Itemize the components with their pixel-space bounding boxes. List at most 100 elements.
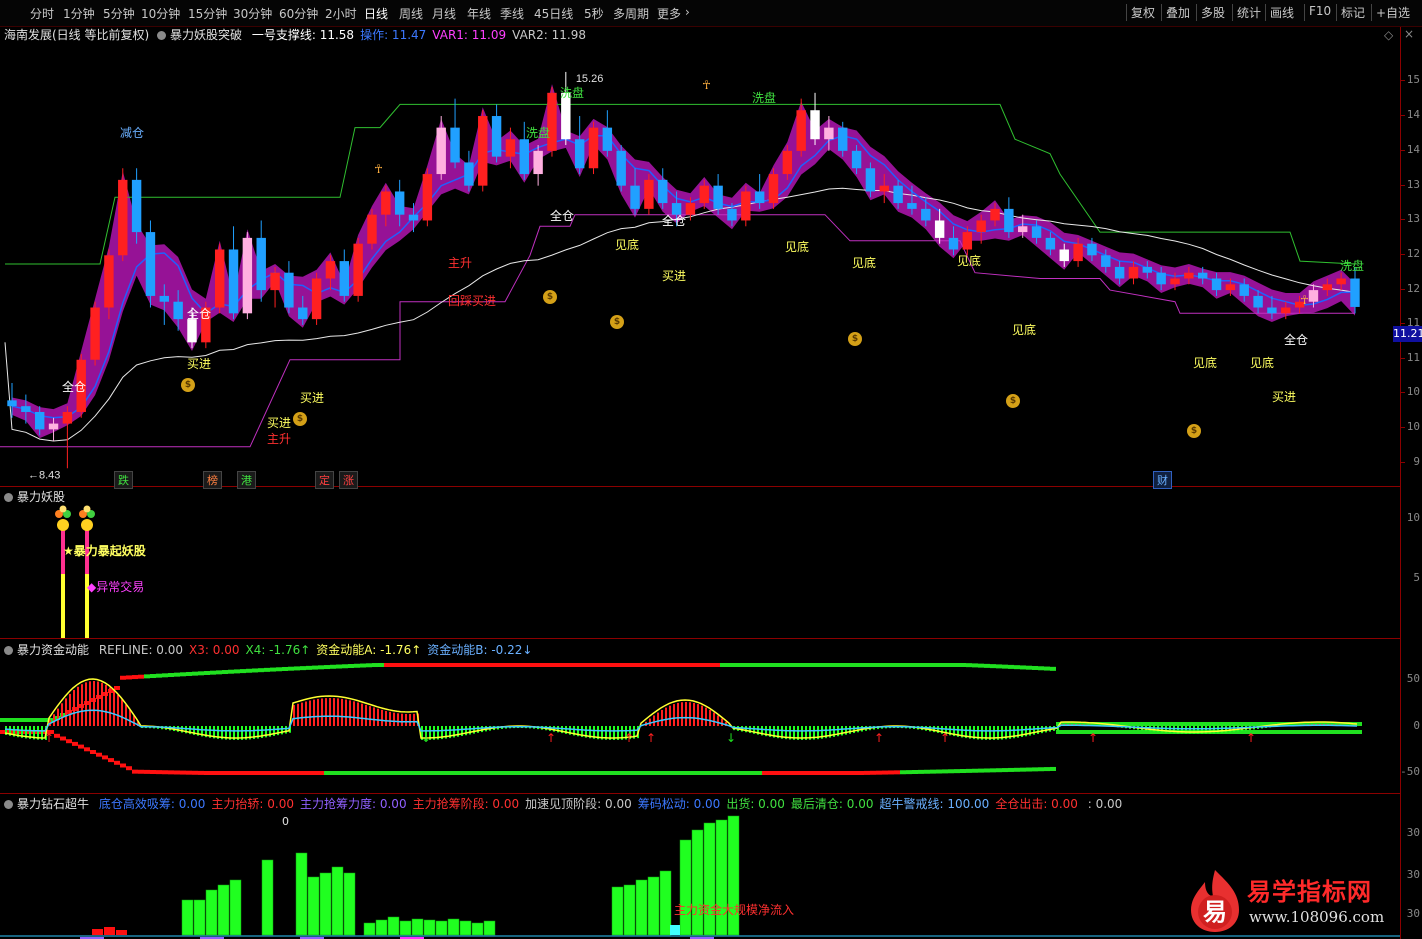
upper-envelope-bar <box>336 664 342 669</box>
momentum-histogram-bar <box>1037 726 1039 734</box>
arrow-marker-icon: ↑ <box>546 731 556 745</box>
lower-envelope-bar <box>72 741 78 746</box>
watermark-title: 易学指标网 <box>1247 878 1372 906</box>
inflow-bar <box>295 852 308 936</box>
panel3-chart[interactable]: ↑ ↓ ↑ ↑ ↑ ↓ ↑ ↑ ↑ ↑ <box>0 655 1400 793</box>
upper-envelope-bar <box>750 663 756 667</box>
candle-body <box>1253 295 1263 308</box>
signal-label: 见底 <box>852 256 877 270</box>
lower-envelope-bar <box>306 771 312 775</box>
inflow-bar <box>623 884 636 936</box>
toolbar-button[interactable]: 画线 <box>1270 4 1294 21</box>
period-tab[interactable]: 5秒 <box>584 5 604 22</box>
upper-envelope-bar <box>24 718 30 722</box>
period-tab[interactable]: 2小时 <box>325 5 357 22</box>
price-axis-label: 13 <box>1406 212 1420 225</box>
panel2-chart[interactable] <box>0 500 1400 638</box>
upper-envelope-bar <box>432 663 438 667</box>
lower-envelope-bar <box>1104 730 1110 734</box>
event-marker[interactable]: 跌 <box>114 471 133 489</box>
lower-envelope-bar <box>1320 730 1326 734</box>
momentum-histogram-bar <box>853 726 855 734</box>
period-toolbar: 分时 1分钟 5分钟 10分钟 15分钟 30分钟 60分钟 2小时 日线 周线 月线 年线 季线 45日… <box>0 0 1422 27</box>
event-marker[interactable]: 港 <box>237 471 256 489</box>
upper-envelope-bar <box>666 663 672 667</box>
upper-envelope-bar <box>624 663 630 667</box>
main-price-chart[interactable]: 15.26←8.43 <box>0 40 1400 486</box>
momentum-histogram-bar <box>117 694 119 726</box>
toolbar-button[interactable]: +自选 <box>1376 4 1410 21</box>
lower-envelope-bar <box>894 770 900 775</box>
period-tab[interactable]: 10分钟 <box>141 5 180 22</box>
toolbar-button[interactable]: 叠加 <box>1166 4 1190 21</box>
momentum-histogram-bar <box>1153 726 1155 732</box>
lower-envelope-bar <box>720 771 726 775</box>
momentum-histogram-bar <box>309 700 311 726</box>
lower-envelope-bar <box>864 770 870 775</box>
lower-envelope-bar <box>126 766 132 771</box>
momentum-histogram-bar <box>669 705 671 726</box>
period-tab[interactable]: 年线 <box>467 5 491 22</box>
lower-envelope-bar <box>1080 730 1086 734</box>
panel3-toggle-icon[interactable] <box>4 646 13 655</box>
period-tab[interactable]: 分时 <box>30 5 54 22</box>
upper-envelope-bar <box>252 668 258 673</box>
candle-body <box>644 179 654 209</box>
period-tab[interactable]: 15分钟 <box>188 5 227 22</box>
candle-body <box>48 423 59 430</box>
period-tab[interactable]: 更多 <box>657 5 681 22</box>
period-tab[interactable]: 月线 <box>432 5 456 22</box>
candle-body <box>893 185 903 204</box>
lower-envelope-bar <box>330 771 336 775</box>
period-tab[interactable]: 季线 <box>500 5 524 22</box>
close-icon[interactable]: × <box>1404 27 1414 41</box>
upper-envelope-bar <box>318 665 324 670</box>
candle-body <box>256 237 266 291</box>
toolbar-button[interactable]: 标记 <box>1341 4 1365 21</box>
lower-envelope-bar <box>372 771 378 775</box>
inflow-bar <box>319 872 332 936</box>
upper-envelope-bar <box>870 663 876 667</box>
candle-body <box>934 220 945 238</box>
lower-envelope-bar <box>702 771 708 775</box>
momentum-histogram-bar <box>369 706 371 726</box>
event-marker[interactable]: 榜 <box>203 471 222 489</box>
lower-envelope-bar <box>1344 730 1350 734</box>
money-bag-icon: $ <box>181 378 195 392</box>
event-marker[interactable]: 财 <box>1153 471 1172 489</box>
toolbar-button[interactable]: 复权 <box>1131 4 1155 21</box>
panel4-toggle-icon[interactable] <box>4 800 13 809</box>
upper-envelope-bar <box>390 663 396 667</box>
toolbar-button[interactable]: 多股 <box>1201 4 1225 21</box>
upper-envelope-bar <box>480 663 486 667</box>
more-chevron-icon[interactable]: › <box>685 5 690 19</box>
indicator-toggle-icon[interactable] <box>157 31 167 40</box>
toolbar-button[interactable]: 统计 <box>1237 4 1261 21</box>
period-tab[interactable]: 1分钟 <box>63 5 95 22</box>
period-tab[interactable]: 5分钟 <box>103 5 135 22</box>
lower-envelope-bar <box>744 771 750 775</box>
candle-body <box>505 139 516 157</box>
lower-envelope-bar <box>78 744 84 749</box>
panel4-title[interactable]: 暴力钻石超牛 <box>17 797 89 811</box>
upper-envelope-bar <box>1236 722 1242 726</box>
upper-envelope-bar <box>564 663 570 667</box>
period-tab[interactable]: 周线 <box>399 5 423 22</box>
momentum-histogram-bar <box>1217 726 1219 734</box>
outflow-bar <box>104 927 115 935</box>
toolbar-button[interactable]: F10 <box>1309 4 1331 18</box>
toolbar-separator <box>1196 4 1197 21</box>
period-tab[interactable]: 45日线 <box>534 5 573 22</box>
candle-body <box>187 319 197 343</box>
period-tab[interactable]: 30分钟 <box>233 5 272 22</box>
momentum-histogram-bar <box>1205 726 1207 734</box>
upper-envelope-bar <box>792 663 798 667</box>
period-tab[interactable]: 多周期 <box>613 5 649 22</box>
upper-envelope-bar <box>354 663 360 668</box>
period-tab[interactable]: 日线 <box>364 5 388 22</box>
period-tab[interactable]: 60分钟 <box>279 5 318 22</box>
event-marker[interactable]: 涨 <box>339 471 358 489</box>
upper-envelope-bar <box>210 670 216 675</box>
inflow-bar <box>193 899 206 936</box>
event-marker[interactable]: 定 <box>315 471 334 489</box>
